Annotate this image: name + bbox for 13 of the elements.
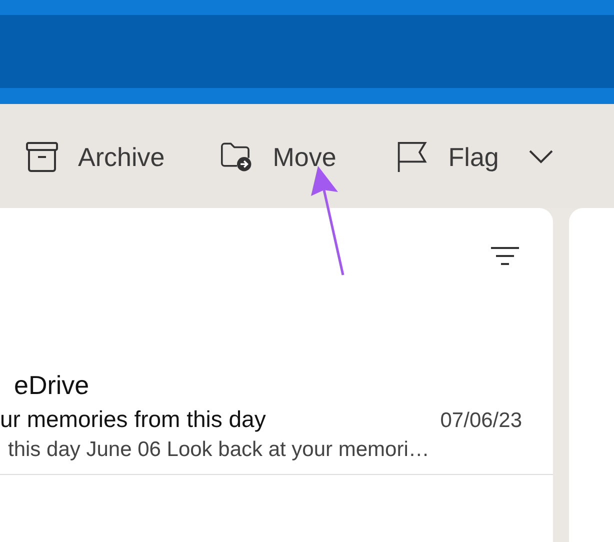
flag-button[interactable]: Flag [396,141,499,173]
folder-arrow-icon [220,141,253,173]
archive-icon [26,141,58,173]
message-preview: this day June 06 Look back at your memori… [8,438,430,462]
chevron-down-icon[interactable] [528,150,553,164]
move-button[interactable]: Move [220,141,336,173]
message-subject: ur memories from this day [0,406,266,433]
message-sender: eDrive [14,370,90,401]
message-date: 07/06/23 [440,409,522,433]
filter-icon[interactable] [490,246,520,266]
flag-icon [396,141,428,173]
archive-button[interactable]: Archive [26,141,165,173]
message-item[interactable]: eDrive ur memories from this day 07/06/23 this day June 06 Look back at your memori… [0,370,553,475]
